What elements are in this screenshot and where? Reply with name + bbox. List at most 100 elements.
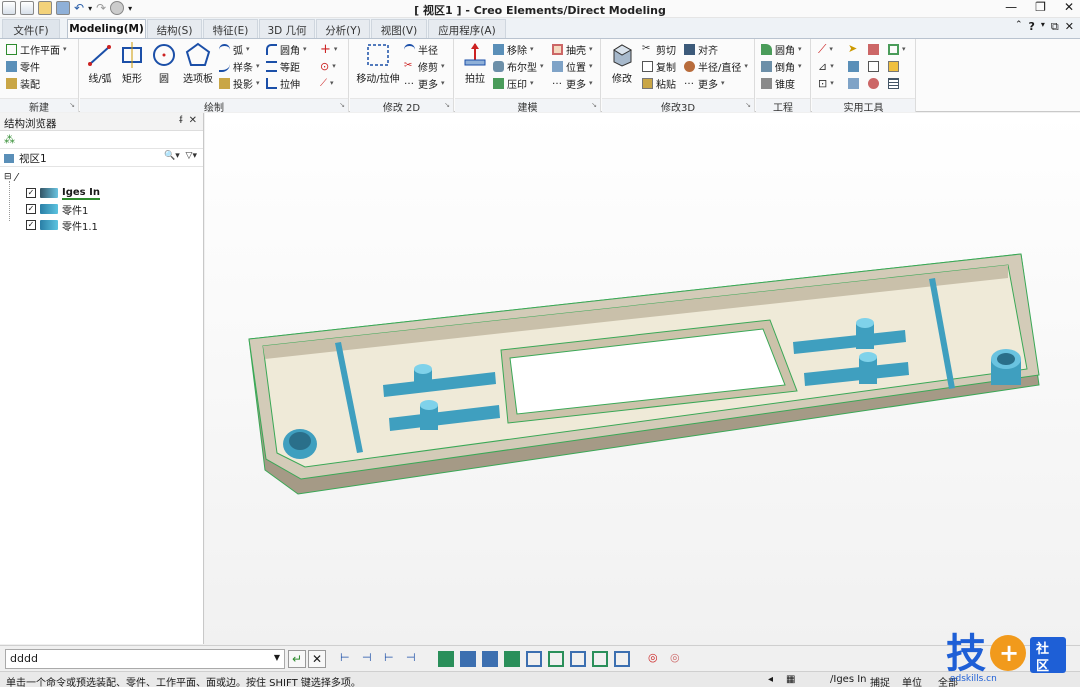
collapse-icon[interactable]: ⊟ xyxy=(4,172,12,182)
view-orient-3-icon[interactable]: ⊢ xyxy=(384,651,400,667)
cut-button[interactable]: ✂ 剪切 xyxy=(642,41,676,57)
table-tool-button[interactable] xyxy=(888,75,899,91)
tab-feature[interactable]: 特征(E) xyxy=(203,19,258,38)
tab-file[interactable]: 文件(F) xyxy=(2,19,60,38)
line-arc-button[interactable]: 线/弧 xyxy=(82,42,118,85)
shaded-view-icon[interactable] xyxy=(438,651,454,667)
check-tool-button[interactable] xyxy=(868,75,879,91)
tab-analysis[interactable]: 分析(Y) xyxy=(316,19,370,38)
sketch-stretch-button[interactable]: 拉伸 xyxy=(266,75,300,91)
modify-3d-button[interactable]: 修改 xyxy=(604,42,640,85)
tab-modeling[interactable]: Modeling(M) xyxy=(67,19,146,39)
boolean-button[interactable]: 布尔型 ▾ xyxy=(493,58,544,74)
view-back-icon[interactable] xyxy=(592,651,608,667)
transform-tool-button[interactable] xyxy=(848,75,859,91)
minimize-icon[interactable]: — xyxy=(1005,0,1017,14)
section-tool-button[interactable] xyxy=(868,41,879,57)
draft-button[interactable]: 锥度 xyxy=(761,75,795,91)
extrude-button[interactable]: 拍拉 xyxy=(457,42,493,85)
view-right-icon[interactable] xyxy=(548,651,564,667)
trim-button[interactable]: ✂ 修剪 ▾ xyxy=(404,58,445,74)
view-orient-1-icon[interactable]: ⊢ xyxy=(340,651,356,667)
palette-button[interactable]: 选项板 xyxy=(180,42,216,85)
ribbon-minimize-icon[interactable]: ⌃ xyxy=(1015,20,1023,34)
panel-close-icon[interactable]: ✕ xyxy=(1065,20,1074,34)
sketch-fillet-button[interactable]: 圆角 ▾ xyxy=(266,41,307,57)
measure-button[interactable]: ⟋ ▾ xyxy=(818,41,833,57)
properties-tool-button[interactable] xyxy=(868,58,879,74)
eng-fillet-button[interactable]: 圆角 ▾ xyxy=(761,41,802,57)
assembly-button[interactable]: 装配 xyxy=(6,75,40,91)
view-left-icon[interactable] xyxy=(526,651,542,667)
tree-item-iges-in[interactable]: ✓ Iges In xyxy=(26,185,100,201)
shell-button[interactable]: 抽壳 ▾ xyxy=(552,41,593,57)
circle-button[interactable]: 圆 xyxy=(146,42,182,85)
position-button[interactable]: 位置 ▾ xyxy=(552,58,593,74)
offset-button[interactable]: 等距 xyxy=(266,58,300,74)
filter-icon[interactable]: ▽▾ xyxy=(186,151,197,161)
report-tool-button[interactable] xyxy=(888,58,899,74)
frame-tool-button[interactable]: ▾ xyxy=(888,41,906,57)
dialog-launcher-icon[interactable]: ↘ xyxy=(69,101,75,109)
visibility-checkbox[interactable]: ✓ xyxy=(26,220,36,230)
imprint-button[interactable]: 压印 ▾ xyxy=(493,75,534,91)
help-dropdown-icon[interactable]: ▾ xyxy=(1041,20,1045,34)
command-input[interactable]: dddd ▼ xyxy=(5,649,285,669)
tree-item-part1-1[interactable]: ✓ 零件1.1 xyxy=(26,217,98,233)
tab-applications[interactable]: 应用程序(A) xyxy=(428,19,506,38)
chamfer-button[interactable]: 倒角 ▾ xyxy=(761,58,802,74)
rectangle-button[interactable]: 矩形 xyxy=(114,42,150,85)
tree-item-part1[interactable]: ✓ 零件1 xyxy=(26,201,88,217)
enter-command-button[interactable]: ↵ xyxy=(288,650,306,668)
close-icon[interactable]: ✕ xyxy=(1064,0,1074,14)
dimension-button[interactable]: ⊡ ▾ xyxy=(818,75,834,91)
move-stretch-button[interactable]: 移动/拉伸 xyxy=(356,42,400,85)
construction-more-button[interactable]: ⟋ ▾ xyxy=(320,75,334,91)
dialog-launcher-icon[interactable]: ↘ xyxy=(444,101,450,109)
radius-diameter-button[interactable]: 半径/直径 ▾ xyxy=(684,58,748,74)
workplane-button[interactable]: 工作平面 ▾ xyxy=(6,41,67,57)
restore-icon[interactable]: ❐ xyxy=(1035,0,1046,14)
command-dropdown-icon[interactable]: ▼ xyxy=(274,653,280,662)
dialog-launcher-icon[interactable]: ↘ xyxy=(745,101,751,109)
view-fit-icon[interactable] xyxy=(614,651,630,667)
tab-view[interactable]: 视图(V) xyxy=(371,19,427,38)
inspect-button[interactable]: ⊿ ▾ xyxy=(818,58,834,74)
view-front-icon[interactable] xyxy=(460,651,476,667)
render-mode-2-icon[interactable]: ◎ xyxy=(670,651,686,667)
status-units[interactable]: 单位 xyxy=(902,674,922,687)
select-tool-button[interactable]: ➤ xyxy=(848,41,859,57)
view-bottom-icon[interactable] xyxy=(570,651,586,667)
spline-button[interactable]: 样条 ▾ xyxy=(219,58,260,74)
view-top-icon[interactable] xyxy=(482,651,498,667)
tree-root[interactable]: ⊟ ⁄ xyxy=(4,169,17,185)
visibility-checkbox[interactable]: ✓ xyxy=(26,188,36,198)
render-mode-1-icon[interactable]: ◎ xyxy=(648,651,664,667)
help-icon[interactable]: ? xyxy=(1029,20,1035,34)
3d-viewport[interactable] xyxy=(205,113,1080,644)
more-2d-button[interactable]: … 更多 ▾ xyxy=(404,75,445,91)
more-build-button[interactable]: … 更多 ▾ xyxy=(552,75,593,91)
construction-line-button[interactable]: + ▾ xyxy=(320,41,337,57)
project-button[interactable]: 投影 ▾ xyxy=(219,75,260,91)
binoculars-icon[interactable]: 🔍▾ xyxy=(164,151,180,161)
arc-button[interactable]: 弧 ▾ xyxy=(219,41,250,57)
dialog-launcher-icon[interactable]: ↘ xyxy=(339,101,345,109)
more-3d-button[interactable]: … 更多 ▾ xyxy=(684,75,725,91)
part-button[interactable]: 零件 xyxy=(6,58,40,74)
geometry-tool-button[interactable] xyxy=(848,58,859,74)
pin-icon[interactable]: ᵮ xyxy=(179,115,182,126)
view-orient-2-icon[interactable]: ⊣ xyxy=(362,651,378,667)
browser-close-icon[interactable]: ✕ xyxy=(189,115,197,126)
panel-restore-icon[interactable]: ⧉ xyxy=(1051,20,1059,34)
view-iso-icon[interactable] xyxy=(504,651,520,667)
align-button[interactable]: 对齐 xyxy=(684,41,718,57)
view-orient-4-icon[interactable]: ⊣ xyxy=(406,651,422,667)
radius-2d-button[interactable]: 半径 xyxy=(404,41,438,57)
status-snap[interactable]: 捕捉 xyxy=(870,674,890,687)
construction-circle-button[interactable]: ⊙ ▾ xyxy=(320,58,336,74)
tab-3d-geometry[interactable]: 3D 几何 xyxy=(259,19,315,38)
tree-view-icon[interactable]: ⁂ xyxy=(4,133,15,146)
viewport-selector[interactable]: 视区1 🔍▾ ▽▾ xyxy=(0,149,203,167)
model-view[interactable] xyxy=(205,113,1080,644)
